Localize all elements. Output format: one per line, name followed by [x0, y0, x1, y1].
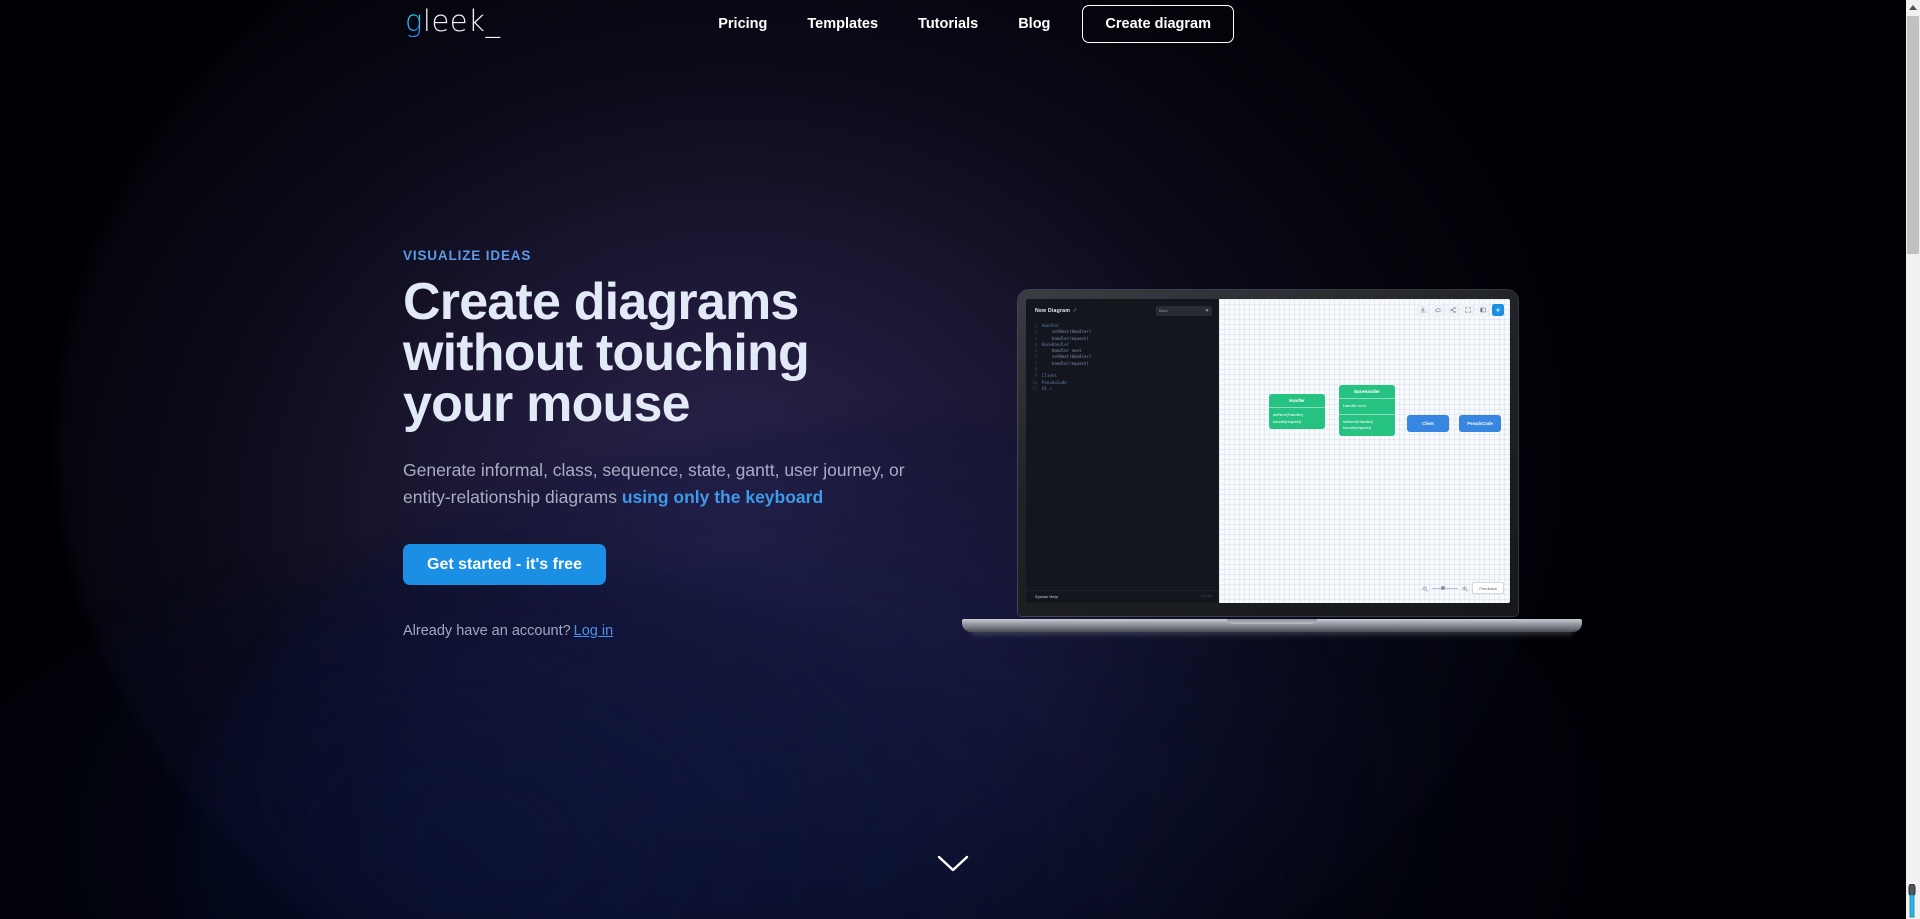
app-version-label: v 2.3.3 [1201, 594, 1212, 598]
cloud-upload-icon[interactable] [1432, 304, 1444, 316]
zoom-out-icon[interactable] [1422, 579, 1429, 597]
nav-item-templates[interactable]: Templates [787, 4, 898, 44]
code-line-text: H1 < [1042, 385, 1052, 391]
nav-item-tutorials[interactable]: Tutorials [898, 4, 998, 44]
feedback-button[interactable]: Feedback [1472, 582, 1504, 594]
pencil-icon [1073, 308, 1077, 314]
main-nav: Pricing Templates Tutorials Blog Create … [698, 4, 1234, 44]
logo[interactable]: gleek_ [405, 4, 500, 38]
diagram-node-attributes: Handler next [1343, 403, 1366, 408]
nav-item-pricing[interactable]: Pricing [698, 4, 787, 44]
code-line-number: 11 [1032, 385, 1037, 391]
hero-subtitle-highlight: using only the keyboard [621, 487, 824, 507]
scrollbar-thumb[interactable] [1907, 16, 1919, 254]
headline-line-3: your mouse [403, 375, 691, 433]
logo-accent-char: g [405, 4, 423, 38]
chevron-down-icon [1205, 309, 1209, 313]
laptop-screen: New Diagram Basic 1 Handler 2 setNext(Ha… [1026, 299, 1510, 603]
mockup-editor-pane: New Diagram Basic 1 Handler 2 setNext(Ha… [1026, 299, 1219, 603]
headline-line-1: Create diagrams [403, 273, 799, 331]
login-link[interactable]: Log in [574, 623, 614, 639]
mouse-cursor [1906, 883, 1918, 919]
login-prompt-text: Already have an account? [403, 623, 571, 639]
mockup-diagram-type-select[interactable]: Basic [1156, 306, 1212, 316]
headline-line-2: without touching [403, 324, 810, 382]
mockup-document-title[interactable]: New Diagram [1035, 308, 1077, 314]
mockup-zoom-controls: Feedback [1422, 579, 1504, 597]
syntax-help-link[interactable]: Syntax Help [1035, 594, 1058, 599]
download-icon[interactable] [1417, 304, 1429, 316]
zoom-slider[interactable] [1432, 585, 1459, 590]
diagram-node-title: Handler [1289, 398, 1305, 403]
zoom-in-icon[interactable] [1462, 579, 1469, 597]
chevron-down-icon[interactable] [937, 855, 969, 878]
diagram-node-title: PseudoCode [1467, 421, 1493, 426]
page-root: gleek_ Pricing Templates Tutorials Blog … [0, 0, 1906, 919]
login-prompt: Already have an account? Log in [403, 623, 963, 639]
browser-scrollbar[interactable] [1906, 0, 1920, 919]
diagram-node-body: setNext(Handler) handle(request) [1269, 408, 1325, 429]
diagram-node-client[interactable]: Client [1407, 415, 1449, 432]
mockup-editor-header: New Diagram Basic [1026, 299, 1219, 321]
hero-subtitle: Generate informal, class, sequence, stat… [403, 457, 943, 511]
scrollbar-up-arrow[interactable] [1906, 0, 1920, 14]
diagram-node-title: BaseHandler [1354, 389, 1380, 394]
code-line: 11 H1 < [1026, 386, 1219, 392]
laptop-mockup: New Diagram Basic 1 Handler 2 setNext(Ha… [962, 290, 1582, 640]
logo-text: leek_ [422, 4, 501, 38]
laptop-base [962, 619, 1582, 632]
add-icon[interactable] [1492, 304, 1504, 316]
mockup-editor-footer: Syntax Help v 2.3.3 [1026, 590, 1219, 603]
hero-eyebrow: VISUALIZE IDEAS [403, 248, 532, 263]
diagram-node-basehandler[interactable]: BaseHandler Handler next setNext(Handler… [1339, 385, 1395, 436]
create-diagram-button[interactable]: Create diagram [1082, 5, 1234, 43]
hero-section: VISUALIZE IDEAS Create diagrams without … [403, 248, 963, 639]
nav-item-blog[interactable]: Blog [998, 4, 1070, 44]
get-started-button[interactable]: Get started - it's free [403, 544, 606, 585]
diagram-node-body: setNext(Handler) handle(request) [1339, 415, 1395, 436]
laptop-lid: New Diagram Basic 1 Handler 2 setNext(Ha… [1018, 290, 1518, 616]
node-method-2: handle(request) [1343, 425, 1372, 430]
diagram-node-handler[interactable]: Handler setNext(Handler) handle(request) [1269, 394, 1325, 429]
share-icon[interactable] [1447, 304, 1459, 316]
site-header: gleek_ Pricing Templates Tutorials Blog … [0, 0, 1906, 46]
code-line-text: handle(request) [1042, 360, 1089, 366]
page-title: Create diagrams without touching your mo… [403, 276, 963, 433]
mockup-diagram-type-value: Basic [1159, 309, 1168, 313]
mockup-diagram-canvas[interactable]: Handler setNext(Handler) handle(request)… [1219, 299, 1510, 603]
mockup-code-editor[interactable]: 1 Handler 2 setNext(Handler) 3 handle(reque… [1026, 321, 1219, 590]
mockup-canvas-toolbar [1417, 304, 1504, 316]
diagram-node-pseudocode[interactable]: PseudoCode [1459, 415, 1501, 432]
fullscreen-icon[interactable] [1462, 304, 1474, 316]
layout-panel-icon[interactable] [1477, 304, 1489, 316]
mockup-document-title-text: New Diagram [1035, 308, 1071, 314]
diagram-node-title: Client [1422, 421, 1434, 426]
node-method-2: handle(request) [1273, 418, 1302, 424]
